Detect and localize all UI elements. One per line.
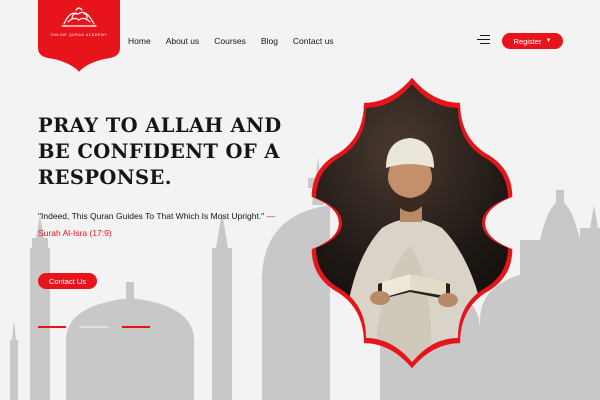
quote-text: "Indeed, This Quran Guides To That Which… xyxy=(38,211,265,221)
hero-headline: PRAY TO ALLAH AND BE CONFIDENT OF A RESP… xyxy=(38,113,318,191)
nav-link-home[interactable]: Home xyxy=(128,35,151,47)
nav-link-about-us[interactable]: About us xyxy=(166,35,200,47)
nav-link-courses[interactable]: Courses xyxy=(214,35,246,47)
quran-calligraphy-icon xyxy=(61,7,97,27)
hero-headline-line-1: PRAY TO ALLAH AND xyxy=(38,114,282,137)
slider-indicator xyxy=(38,326,158,329)
register-button[interactable]: Register ▼ xyxy=(502,33,563,49)
contact-us-button[interactable]: Contact Us xyxy=(38,273,97,289)
slider-dot-2[interactable] xyxy=(80,326,108,328)
nav-link-blog[interactable]: Blog xyxy=(261,35,278,47)
hero-quote: "Indeed, This Quran Guides To That Which… xyxy=(38,208,298,242)
hamburger-menu-icon[interactable] xyxy=(476,34,490,46)
hero-headline-line-3: RESPONSE. xyxy=(38,166,172,189)
main-nav: Home About us Courses Blog Contact us xyxy=(128,35,349,47)
hero-headline-line-2: BE CONFIDENT OF A xyxy=(38,140,280,163)
logo-caption: ONLINE QURAN ACADEMY xyxy=(50,33,108,37)
caret-down-icon: ▼ xyxy=(545,38,552,44)
man-reading-quran-photo xyxy=(316,84,508,362)
slider-dot-1[interactable] xyxy=(38,326,66,328)
register-button-label: Register xyxy=(513,36,542,46)
logo-badge[interactable]: ONLINE QURAN ACADEMY xyxy=(38,0,120,72)
hero-photo-frame xyxy=(311,78,513,368)
slider-dot-3[interactable] xyxy=(122,326,150,328)
nav-link-contact-us[interactable]: Contact us xyxy=(293,35,334,47)
